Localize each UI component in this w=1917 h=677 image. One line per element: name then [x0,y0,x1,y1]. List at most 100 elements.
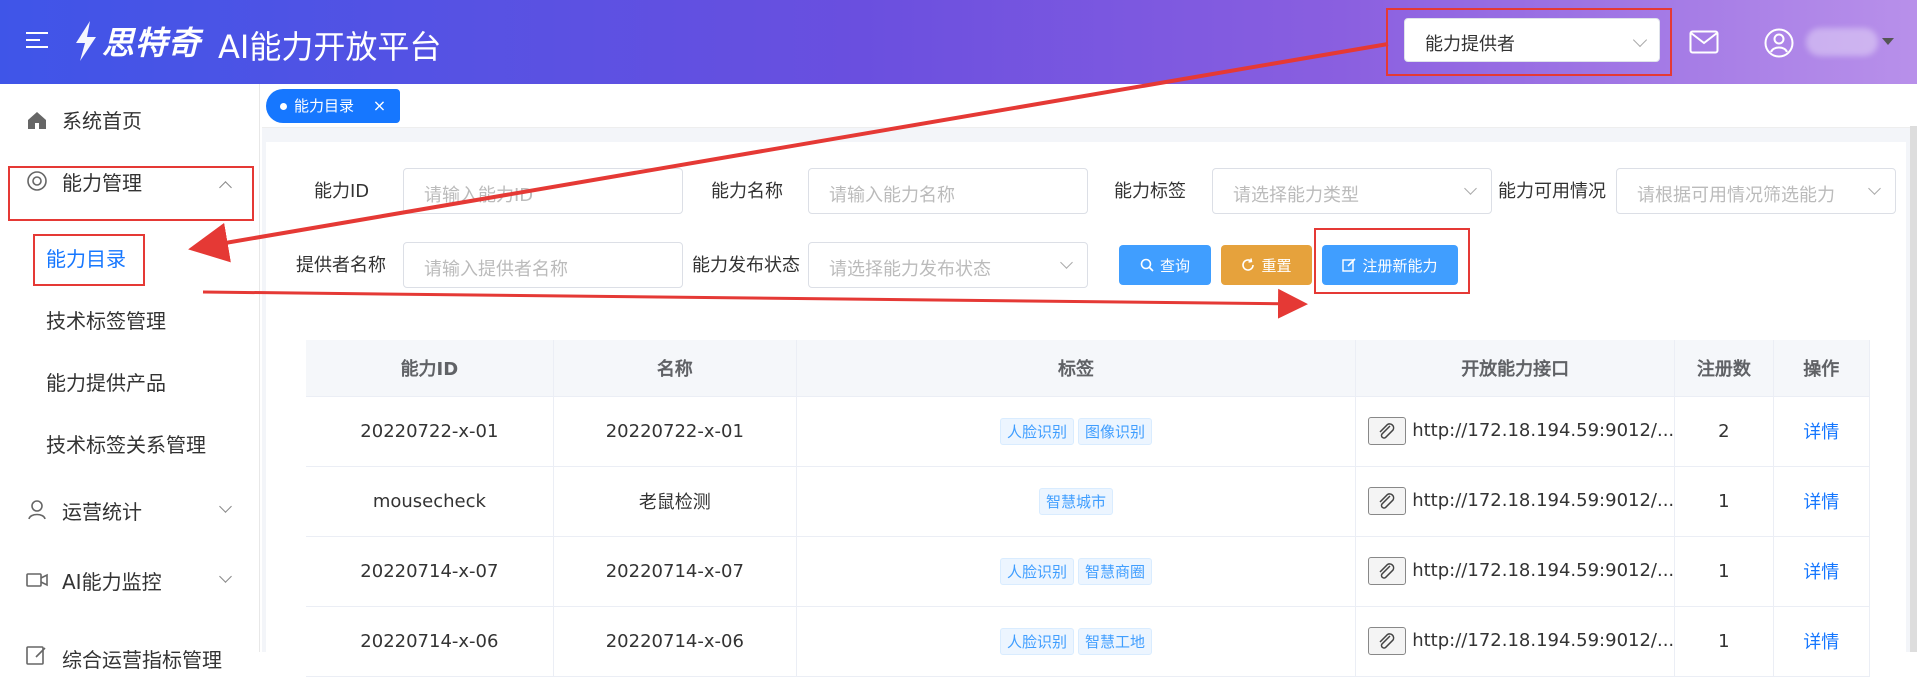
cell-api: http://172.18.194.59:9012/... [1355,396,1676,467]
cell-action: 详情 [1773,536,1871,607]
sidebar-subitem-label: 能力提供产品 [46,370,166,395]
filter-label-id: 能力ID [314,181,370,202]
capability-name-input[interactable]: 请输入能力名称 [808,168,1088,214]
api-url: http://172.18.194.59:9012/... [1412,420,1675,441]
vertical-scrollbar[interactable] [1910,126,1917,652]
cell-count: 2 [1674,396,1774,467]
refresh-icon [1242,258,1255,271]
detail-link[interactable]: 详情 [1803,422,1839,443]
sidebar-subitem-products[interactable]: 能力提供产品 [0,353,260,409]
sidebar-item-metrics[interactable]: 综合运营指标管理 [0,614,260,672]
edit-icon [26,646,46,665]
filter-label-provider: 提供者名称 [296,255,386,276]
publish-status-select[interactable]: 请选择能力发布状态 [808,242,1088,288]
caret-down-icon[interactable] [1882,38,1894,45]
tab-label: 能力目录 [294,97,355,115]
availability-select[interactable]: 请根据可用情况筛选能力 [1616,168,1896,214]
column-header: 操作 [1773,340,1871,397]
sidebar-subitem-label: 技术标签关系管理 [46,432,206,457]
menu-toggle-icon[interactable] [26,32,48,52]
detail-link[interactable]: 详情 [1803,632,1839,653]
cell-name: 老鼠检测 [553,466,797,537]
tag-pill: 人脸识别 [1000,417,1075,445]
tab-capability-catalog[interactable]: 能力目录 × [266,89,401,123]
annotation-box-role [1386,8,1672,76]
tag-pill: 人脸识别 [1000,627,1075,655]
cell-action: 详情 [1773,606,1871,677]
cell-id: 20220714-x-07 [306,536,554,607]
table-row: 20220714-x-07 20220714-x-07 人脸识别 智慧商圈 htt… [306,536,1871,607]
provider-name-input[interactable]: 请输入提供者名称 [403,242,683,288]
cell-count: 1 [1674,536,1774,607]
placeholder: 请选择能力发布状态 [829,259,991,280]
tag-pill: 智慧城市 [1039,487,1114,515]
detail-link[interactable]: 详情 [1803,562,1839,583]
cell-count: 1 [1674,466,1774,537]
filter-label-tag: 能力标签 [1114,181,1186,202]
chevron-down-icon [1464,182,1477,195]
api-url: http://172.18.194.59:9012/... [1412,630,1675,651]
cell-id: mousecheck [306,466,554,537]
tag-pill: 智慧商圈 [1078,557,1153,585]
column-header: 开放能力接口 [1355,340,1676,397]
mail-icon[interactable] [1689,30,1719,54]
capability-tag-select[interactable]: 请选择能力类型 [1212,168,1492,214]
sidebar-subitem-tech-tags[interactable]: 技术标签管理 [0,291,260,347]
sidebar-item-label: AI能力监控 [62,569,162,594]
table-header-row: 能力ID 名称 标签 开放能力接口 注册数 操作 [306,340,1871,397]
filter-label-name: 能力名称 [711,181,783,202]
reset-button[interactable]: 重置 [1221,245,1312,285]
active-dot-icon [280,103,287,110]
sidebar-item-label: 综合运营指标管理 [62,648,222,672]
tag-pill: 人脸识别 [1000,557,1075,585]
brand-logo: 思特奇 [70,18,201,64]
filter-and-table-panel: 能力ID 请输入能力ID 能力名称 请输入能力名称 能力标签 请选择能力类型 能… [266,142,1906,677]
query-button[interactable]: 查询 [1119,245,1211,285]
chevron-down-icon [219,570,232,583]
reset-label: 重置 [1261,256,1292,275]
platform-title: AI能力开放平台 [218,28,442,66]
cell-tags: 人脸识别 智慧工地 [796,606,1357,677]
sidebar-item-label: 系统首页 [62,108,142,133]
stats-icon [28,500,46,520]
filter-label-availability: 能力可用情况 [1498,181,1606,202]
cell-tags: 人脸识别 图像识别 [796,396,1357,467]
attachment-icon[interactable] [1368,557,1407,585]
cell-name: 20220714-x-06 [553,606,797,677]
tag-pill: 智慧工地 [1078,627,1153,655]
user-avatar-icon[interactable] [1764,28,1794,58]
cell-id: 20220722-x-01 [306,396,554,467]
close-icon[interactable]: × [373,96,386,115]
attachment-icon[interactable] [1368,487,1407,515]
cell-id: 20220714-x-06 [306,606,554,677]
sidebar-subitem-tag-relations[interactable]: 技术标签关系管理 [0,415,260,471]
column-header: 名称 [553,340,797,397]
placeholder: 请输入能力名称 [829,185,955,206]
filter-label-publish-status: 能力发布状态 [692,255,800,276]
annotation-box-capability-menu [8,166,254,221]
cell-action: 详情 [1773,396,1871,467]
cell-name: 20220722-x-01 [553,396,797,467]
main-content: 能力目录 × 能力ID 请输入能力ID 能力名称 请输入能力名称 能力标签 请选… [262,84,1917,677]
attachment-icon[interactable] [1368,627,1407,655]
chevron-down-icon [1060,256,1073,269]
placeholder: 请输入能力ID [424,185,534,206]
sidebar-subitem-label: 技术标签管理 [46,308,166,333]
bolt-logo-icon [76,21,96,61]
column-header: 标签 [796,340,1357,397]
sidebar-item-monitor[interactable]: AI能力监控 [0,552,260,608]
search-icon [1140,258,1154,272]
cell-tags: 智慧城市 [796,466,1357,537]
sidebar-item-stats[interactable]: 运营统计 [0,482,260,538]
user-name-blurred[interactable] [1806,28,1878,56]
capability-table: 能力ID 名称 标签 开放能力接口 注册数 操作 20220722-x-01 2… [306,340,1871,677]
attachment-icon[interactable] [1368,417,1407,445]
brand-name: 思特奇 [102,24,202,62]
sidebar-item-home[interactable]: 系统首页 [0,91,260,147]
detail-link[interactable]: 详情 [1803,492,1839,513]
cell-name: 20220714-x-07 [553,536,797,607]
annotation-box-register [1314,228,1470,294]
table-row: 20220722-x-01 20220722-x-01 人脸识别 图像识别 htt… [306,396,1871,467]
chevron-down-icon [219,500,232,513]
capability-id-input[interactable]: 请输入能力ID [403,168,683,214]
